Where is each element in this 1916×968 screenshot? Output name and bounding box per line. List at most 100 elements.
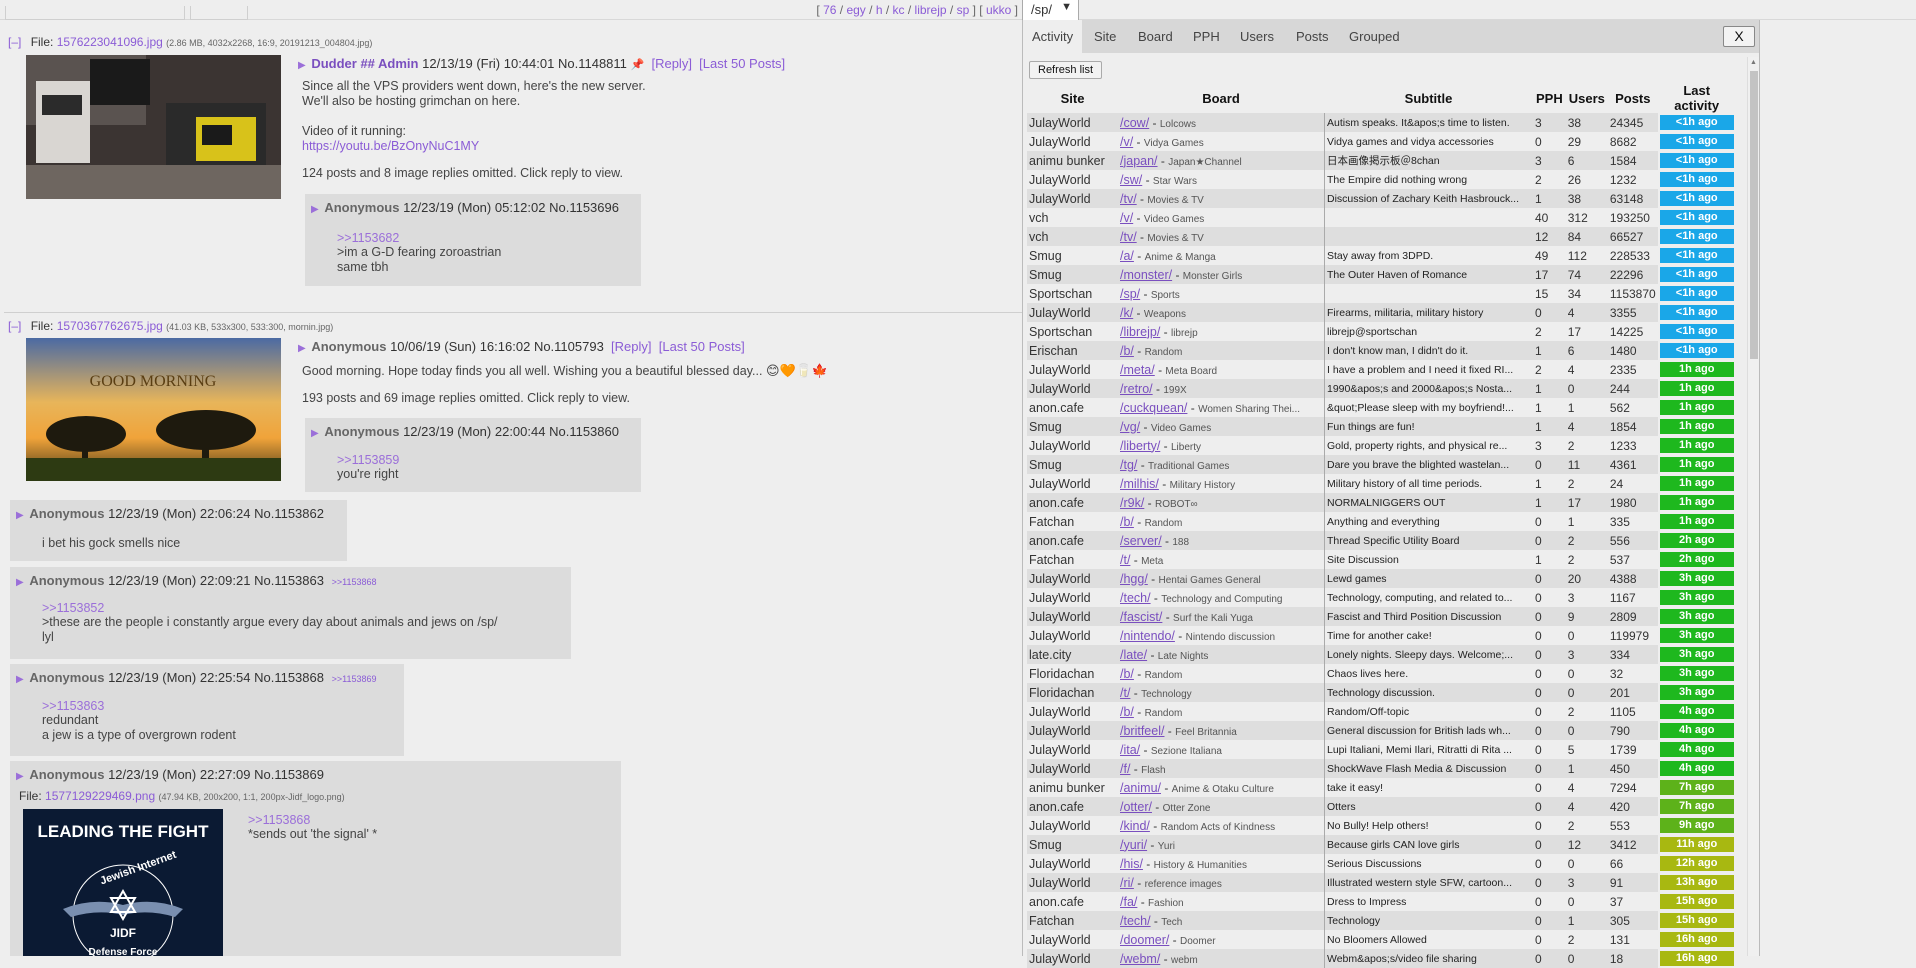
scrollbar-thumb[interactable] (1750, 71, 1758, 359)
quote-link[interactable]: >>1153863 (42, 699, 236, 713)
board-link-sp[interactable]: sp (957, 3, 970, 17)
board-link[interactable]: /b/ (1120, 515, 1134, 529)
col-posts[interactable]: Posts (1608, 83, 1658, 113)
board-link[interactable]: /fa/ (1120, 895, 1137, 909)
board-link[interactable]: /b/ (1120, 344, 1134, 358)
board-link[interactable]: /vg/ (1120, 420, 1140, 434)
tab-grouped[interactable]: Grouped (1349, 29, 1400, 44)
tab-posts[interactable]: Posts (1296, 29, 1329, 44)
board-link[interactable]: /ita/ (1120, 743, 1140, 757)
board-link[interactable]: /fascist/ (1120, 610, 1162, 624)
post-menu-icon[interactable]: ▶ (311, 428, 319, 439)
board-link[interactable]: /japan/ (1120, 154, 1158, 168)
tab-pph[interactable]: PPH (1193, 29, 1220, 44)
reply-thumbnail[interactable]: LEADING THE FIGHT Jewish Internet JIDF D… (23, 809, 223, 956)
board-link[interactable]: /webm/ (1120, 952, 1160, 966)
board-link-ukko[interactable]: ukko (986, 3, 1011, 17)
board-link[interactable]: /kind/ (1120, 819, 1150, 833)
post-number[interactable]: No.1148811 (558, 56, 627, 71)
video-link[interactable]: https://youtu.be/BzOnyNuC1MY (302, 139, 479, 153)
post-menu-icon[interactable]: ▶ (16, 577, 24, 588)
post-number[interactable]: No.1153863 (254, 573, 324, 588)
board-link[interactable]: /cow/ (1120, 116, 1149, 130)
board-link[interactable]: /liberty/ (1120, 439, 1160, 453)
board-link[interactable]: /b/ (1120, 667, 1134, 681)
board-link[interactable]: /tv/ (1120, 230, 1137, 244)
quote-link[interactable]: >>1153852 (42, 601, 498, 615)
board-link[interactable]: /librejp/ (1120, 325, 1160, 339)
post-number[interactable]: No.1153862 (254, 506, 324, 521)
board-link[interactable]: /f/ (1120, 762, 1130, 776)
board-link-h[interactable]: h (876, 3, 883, 17)
board-link[interactable]: /tech/ (1120, 914, 1151, 928)
quote-link[interactable]: >>1153859 (337, 453, 399, 467)
post-number[interactable]: No.1153868 (254, 670, 324, 685)
backlink[interactable]: >>1153868 (332, 577, 377, 587)
board-link[interactable]: /server/ (1120, 534, 1162, 548)
panel-scrollbar[interactable]: ▲ (1747, 57, 1759, 956)
op-thumbnail[interactable]: GOOD MORNING (26, 338, 281, 481)
board-link[interactable]: /doomer/ (1120, 933, 1169, 947)
board-link[interactable]: /v/ (1120, 135, 1133, 149)
post-number[interactable]: No.1153696 (549, 200, 619, 215)
board-link[interactable]: /hgg/ (1120, 572, 1148, 586)
board-link-kc[interactable]: kc (893, 3, 905, 17)
board-link[interactable]: /tech/ (1120, 591, 1151, 605)
board-link[interactable]: /animu/ (1120, 781, 1161, 795)
op-thumbnail[interactable] (26, 55, 281, 199)
backlink[interactable]: >>1153869 (332, 674, 377, 684)
board-link[interactable]: /t/ (1120, 553, 1130, 567)
last-50-link[interactable]: [Last 50 Posts] (699, 56, 785, 71)
board-link[interactable]: /yuri/ (1120, 838, 1147, 852)
tab-site[interactable]: Site (1094, 29, 1116, 44)
board-link[interactable]: /tv/ (1120, 192, 1137, 206)
quote-link[interactable]: >>1153868 (248, 813, 377, 827)
board-link[interactable]: /cuckquean/ (1120, 401, 1187, 415)
reply-link[interactable]: [Reply] (651, 56, 691, 71)
post-number[interactable]: No.1153869 (254, 767, 324, 782)
col-site[interactable]: Site (1027, 83, 1118, 113)
collapse-thread-button[interactable]: [–] (8, 319, 21, 333)
tab-users[interactable]: Users (1240, 29, 1274, 44)
post-menu-icon[interactable]: ▶ (298, 343, 306, 354)
post-menu-icon[interactable]: ▶ (16, 510, 24, 521)
board-link[interactable]: /k/ (1120, 306, 1133, 320)
close-button[interactable]: X (1723, 26, 1755, 47)
board-link[interactable]: /sp/ (1120, 287, 1140, 301)
board-link[interactable]: /ri/ (1120, 876, 1134, 890)
col-users[interactable]: Users (1566, 83, 1608, 113)
file-link[interactable]: 1570367762675.jpg (57, 319, 163, 333)
board-link[interactable]: /a/ (1120, 249, 1134, 263)
board-link[interactable]: /retro/ (1120, 382, 1153, 396)
board-link[interactable]: /sw/ (1120, 173, 1142, 187)
board-link[interactable]: /meta/ (1120, 363, 1155, 377)
board-link[interactable]: /otter/ (1120, 800, 1152, 814)
board-link-librejp[interactable]: librejp (915, 3, 947, 17)
file-link[interactable]: 1577129229469.png (45, 789, 155, 803)
board-link-76[interactable]: 76 (823, 3, 836, 17)
scroll-up-icon[interactable]: ▲ (1750, 59, 1757, 66)
board-link[interactable]: /tg/ (1120, 458, 1137, 472)
quote-link[interactable]: >>1153682 (337, 231, 501, 245)
col-subtitle[interactable]: Subtitle (1324, 83, 1533, 113)
board-link[interactable]: /milhis/ (1120, 477, 1159, 491)
board-select[interactable]: /sp/ ▼ (1022, 0, 1079, 20)
col-last-activity[interactable]: Last activity (1658, 83, 1736, 113)
board-link[interactable]: /britfeel/ (1120, 724, 1164, 738)
post-menu-icon[interactable]: ▶ (16, 674, 24, 685)
board-link[interactable]: /v/ (1120, 211, 1133, 225)
board-link[interactable]: /his/ (1120, 857, 1143, 871)
post-number[interactable]: No.1105793 (534, 339, 604, 354)
board-link[interactable]: /late/ (1120, 648, 1147, 662)
file-link[interactable]: 1576223041096.jpg (57, 35, 163, 49)
board-link-egy[interactable]: egy (846, 3, 865, 17)
collapse-thread-button[interactable]: [–] (8, 35, 21, 49)
board-link[interactable]: /r9k/ (1120, 496, 1144, 510)
board-link[interactable]: /nintendo/ (1120, 629, 1175, 643)
last-50-link[interactable]: [Last 50 Posts] (659, 339, 745, 354)
post-number[interactable]: No.1153860 (549, 424, 619, 439)
col-board[interactable]: Board (1118, 83, 1324, 113)
post-menu-icon[interactable]: ▶ (311, 204, 319, 215)
refresh-list-button[interactable]: Refresh list (1029, 61, 1103, 79)
tab-board[interactable]: Board (1138, 29, 1173, 44)
